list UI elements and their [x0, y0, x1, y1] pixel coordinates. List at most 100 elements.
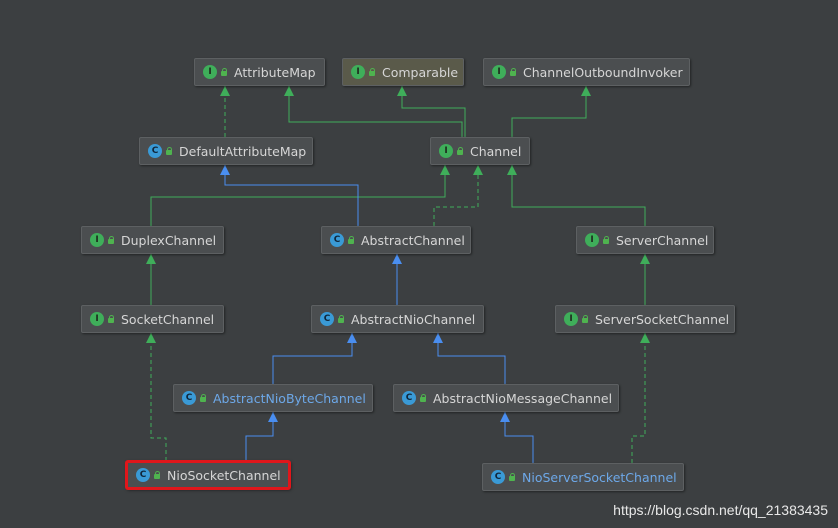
- node-defaultattributemap[interactable]: C DefaultAttributeMap: [139, 137, 313, 165]
- edge-channel-to-attributemap: [284, 86, 463, 137]
- node-channeloutboundinvoker[interactable]: I ChannelOutboundInvoker: [483, 58, 690, 86]
- class-icon: C: [330, 233, 344, 247]
- edge-line: [401, 86, 466, 137]
- class-icon: C: [182, 391, 196, 405]
- node-label: AbstractNioMessageChannel: [433, 390, 613, 406]
- node-label: ServerChannel: [616, 232, 709, 248]
- node-label: ChannelOutboundInvoker: [523, 64, 683, 80]
- public-visibility-icon: [165, 147, 173, 155]
- node-niosocketchannel[interactable]: C NioSocketChannel: [126, 461, 290, 489]
- edge-line: [224, 165, 359, 226]
- node-label: ServerSocketChannel: [595, 311, 730, 327]
- node-attributemap[interactable]: I AttributeMap: [194, 58, 325, 86]
- edge-niosocketchannel-to-socketchannel: [146, 333, 167, 461]
- class-icon: C: [491, 470, 505, 484]
- public-visibility-icon: [337, 315, 345, 323]
- edge-socketchannel-to-duplexchannel: [146, 254, 156, 305]
- edge-arrowhead: [268, 412, 278, 422]
- edge-line: [245, 412, 274, 461]
- public-visibility-icon: [456, 147, 464, 155]
- public-visibility-icon: [509, 68, 517, 76]
- node-label: NioSocketChannel: [167, 467, 281, 483]
- node-abstractniobytechannel[interactable]: C AbstractNioByteChannel: [173, 384, 373, 412]
- edge-arrowhead: [507, 165, 517, 175]
- interface-icon: I: [439, 144, 453, 158]
- edge-nioserversocketchannel-to-serversocketchannel: [631, 333, 650, 463]
- edge-line: [511, 165, 646, 226]
- edge-line: [272, 333, 353, 384]
- interface-icon: I: [90, 233, 104, 247]
- edge-arrowhead: [146, 254, 156, 264]
- edge-line: [504, 412, 534, 463]
- edge-arrowhead: [640, 254, 650, 264]
- edge-arrowhead: [397, 86, 407, 96]
- edge-arrowhead: [220, 86, 230, 96]
- public-visibility-icon: [602, 236, 610, 244]
- interface-icon: I: [203, 65, 217, 79]
- edge-nioserversocketchannel-to-abstractniomessagechannel: [500, 412, 534, 463]
- class-icon: C: [136, 468, 150, 482]
- edge-arrowhead: [440, 165, 450, 175]
- class-icon: C: [402, 391, 416, 405]
- edge-abstractniomessagechannel-to-abstractniochannel: [433, 333, 506, 384]
- edge-arrowhead: [500, 412, 510, 422]
- node-serverchannel[interactable]: I ServerChannel: [576, 226, 714, 254]
- edge-arrowhead: [220, 165, 230, 175]
- edge-arrowhead: [473, 165, 483, 175]
- edge-arrowhead: [392, 254, 402, 264]
- public-visibility-icon: [199, 394, 207, 402]
- public-visibility-icon: [107, 315, 115, 323]
- node-comparable[interactable]: I Comparable: [342, 58, 464, 86]
- node-label: Comparable: [382, 64, 459, 80]
- interface-icon: I: [492, 65, 506, 79]
- edge-arrowhead: [284, 86, 294, 96]
- edge-arrowhead: [640, 333, 650, 343]
- node-label: AbstractNioChannel: [351, 311, 476, 327]
- node-label: DefaultAttributeMap: [179, 143, 307, 159]
- edge-duplexchannel-to-channel: [150, 165, 450, 226]
- class-icon: C: [320, 312, 334, 326]
- node-label: NioServerSocketChannel: [522, 469, 677, 485]
- edge-serverchannel-to-channel: [507, 165, 646, 226]
- node-nioserversocketchannel[interactable]: C NioServerSocketChannel: [482, 463, 684, 491]
- edge-serversocketchannel-to-serverchannel: [640, 254, 650, 305]
- interface-icon: I: [351, 65, 365, 79]
- node-abstractniochannel[interactable]: C AbstractNioChannel: [311, 305, 484, 333]
- uml-class-diagram: I AttributeMap I Comparable I ChannelOutbound…: [0, 0, 838, 528]
- public-visibility-icon: [419, 394, 427, 402]
- edge-arrowhead: [146, 333, 156, 343]
- edge-abstractniochannel-to-abstractchannel: [392, 254, 402, 305]
- edge-channel-to-comparable: [397, 86, 466, 137]
- public-visibility-icon: [220, 68, 228, 76]
- interface-icon: I: [90, 312, 104, 326]
- node-duplexchannel[interactable]: I DuplexChannel: [81, 226, 224, 254]
- interface-icon: I: [564, 312, 578, 326]
- node-label: DuplexChannel: [121, 232, 217, 248]
- edge-line: [288, 86, 463, 137]
- edge-niosocketchannel-to-abstractniobytechannel: [245, 412, 278, 461]
- node-abstractniomessagechannel[interactable]: C AbstractNioMessageChannel: [393, 384, 619, 412]
- node-label: Channel: [470, 143, 522, 159]
- edge-line: [631, 333, 646, 463]
- edge-line: [150, 333, 167, 461]
- edge-arrowhead: [347, 333, 357, 343]
- node-socketchannel[interactable]: I SocketChannel: [81, 305, 224, 333]
- edge-line: [511, 86, 587, 137]
- edge-line: [437, 333, 506, 384]
- public-visibility-icon: [508, 473, 516, 481]
- node-label: AttributeMap: [234, 64, 316, 80]
- public-visibility-icon: [153, 471, 161, 479]
- node-channel[interactable]: I Channel: [430, 137, 530, 165]
- edge-channel-to-channeloutboundinvoker: [511, 86, 591, 137]
- interface-icon: I: [585, 233, 599, 247]
- public-visibility-icon: [368, 68, 376, 76]
- node-abstractchannel[interactable]: C AbstractChannel: [321, 226, 471, 254]
- edge-defaultattributemap-to-attributemap: [220, 86, 230, 137]
- edge-line: [150, 165, 446, 226]
- public-visibility-icon: [347, 236, 355, 244]
- node-serversocketchannel[interactable]: I ServerSocketChannel: [555, 305, 735, 333]
- node-label: AbstractChannel: [361, 232, 465, 248]
- node-label: AbstractNioByteChannel: [213, 390, 366, 406]
- edge-arrowhead: [581, 86, 591, 96]
- watermark: https://blog.csdn.net/qq_21383435: [613, 502, 828, 518]
